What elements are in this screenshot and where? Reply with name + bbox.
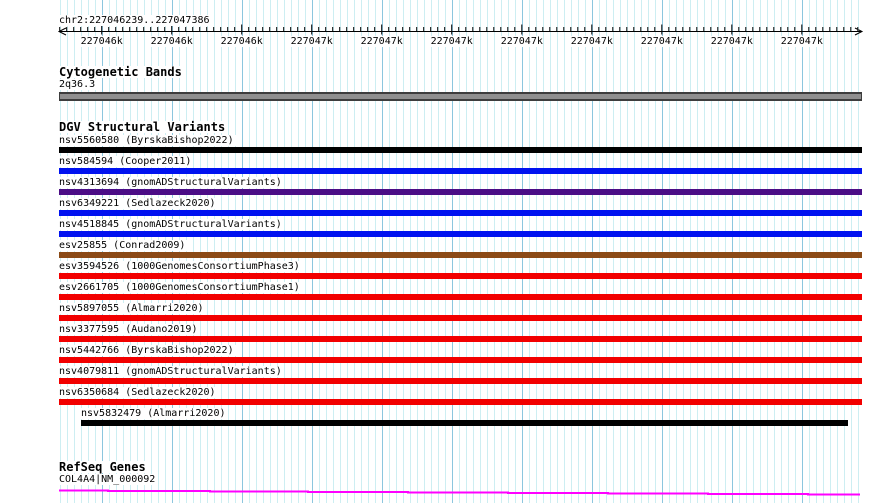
refseq-header: RefSeq Genes: [59, 460, 148, 474]
tick-label: 227047k: [640, 36, 683, 47]
variant-label[interactable]: nsv5442766 (ByrskaBishop2022): [59, 345, 236, 356]
tick-label: 227047k: [360, 36, 403, 47]
region-title: chr2:227046239..227047386: [59, 15, 212, 26]
tick-label: 227046k: [220, 36, 263, 47]
variant-label[interactable]: nsv3377595 (Audano2019): [59, 324, 200, 335]
variant-label[interactable]: nsv4518845 (gnomADStructuralVariants): [59, 219, 284, 230]
variant-label[interactable]: nsv5560580 (ByrskaBishop2022): [59, 135, 236, 146]
tick-label: 227047k: [430, 36, 473, 47]
genome-browser-view: chr2:227046239..227047386 227046k 227046k…: [0, 0, 890, 503]
cytoband-label: 2q36.3: [59, 79, 98, 90]
tick-label: 227047k: [290, 36, 333, 47]
variant-label[interactable]: nsv5832479 (Almarri2020): [81, 408, 228, 419]
tick-label: 227046k: [80, 36, 123, 47]
variant-label[interactable]: esv3594526 (1000GenomesConsortiumPhase3): [59, 261, 302, 272]
tick-label: 227047k: [500, 36, 543, 47]
tick-label: 227047k: [780, 36, 823, 47]
tick-label: 227047k: [570, 36, 613, 47]
dgv-header: DGV Structural Variants: [59, 120, 228, 134]
variant-label[interactable]: nsv584594 (Cooper2011): [59, 156, 194, 167]
tick-label: 227047k: [710, 36, 753, 47]
variant-label[interactable]: nsv4313694 (gnomADStructuralVariants): [59, 177, 284, 188]
variant-label[interactable]: nsv6350684 (Sedlazeck2020): [59, 387, 218, 398]
variant-label[interactable]: nsv5897055 (Almarri2020): [59, 303, 206, 314]
cytobands-header: Cytogenetic Bands: [59, 65, 184, 79]
variant-label[interactable]: nsv6349221 (Sedlazeck2020): [59, 198, 218, 209]
variant-label[interactable]: esv25855 (Conrad2009): [59, 240, 188, 251]
variant-label[interactable]: nsv4079811 (gnomADStructuralVariants): [59, 366, 284, 377]
variant-label[interactable]: esv2661705 (1000GenomesConsortiumPhase1): [59, 282, 302, 293]
gene-intron-line[interactable]: [59, 489, 860, 496]
tick-label: 227046k: [150, 36, 193, 47]
gene-label: COL4A4|NM_000092: [59, 474, 158, 485]
